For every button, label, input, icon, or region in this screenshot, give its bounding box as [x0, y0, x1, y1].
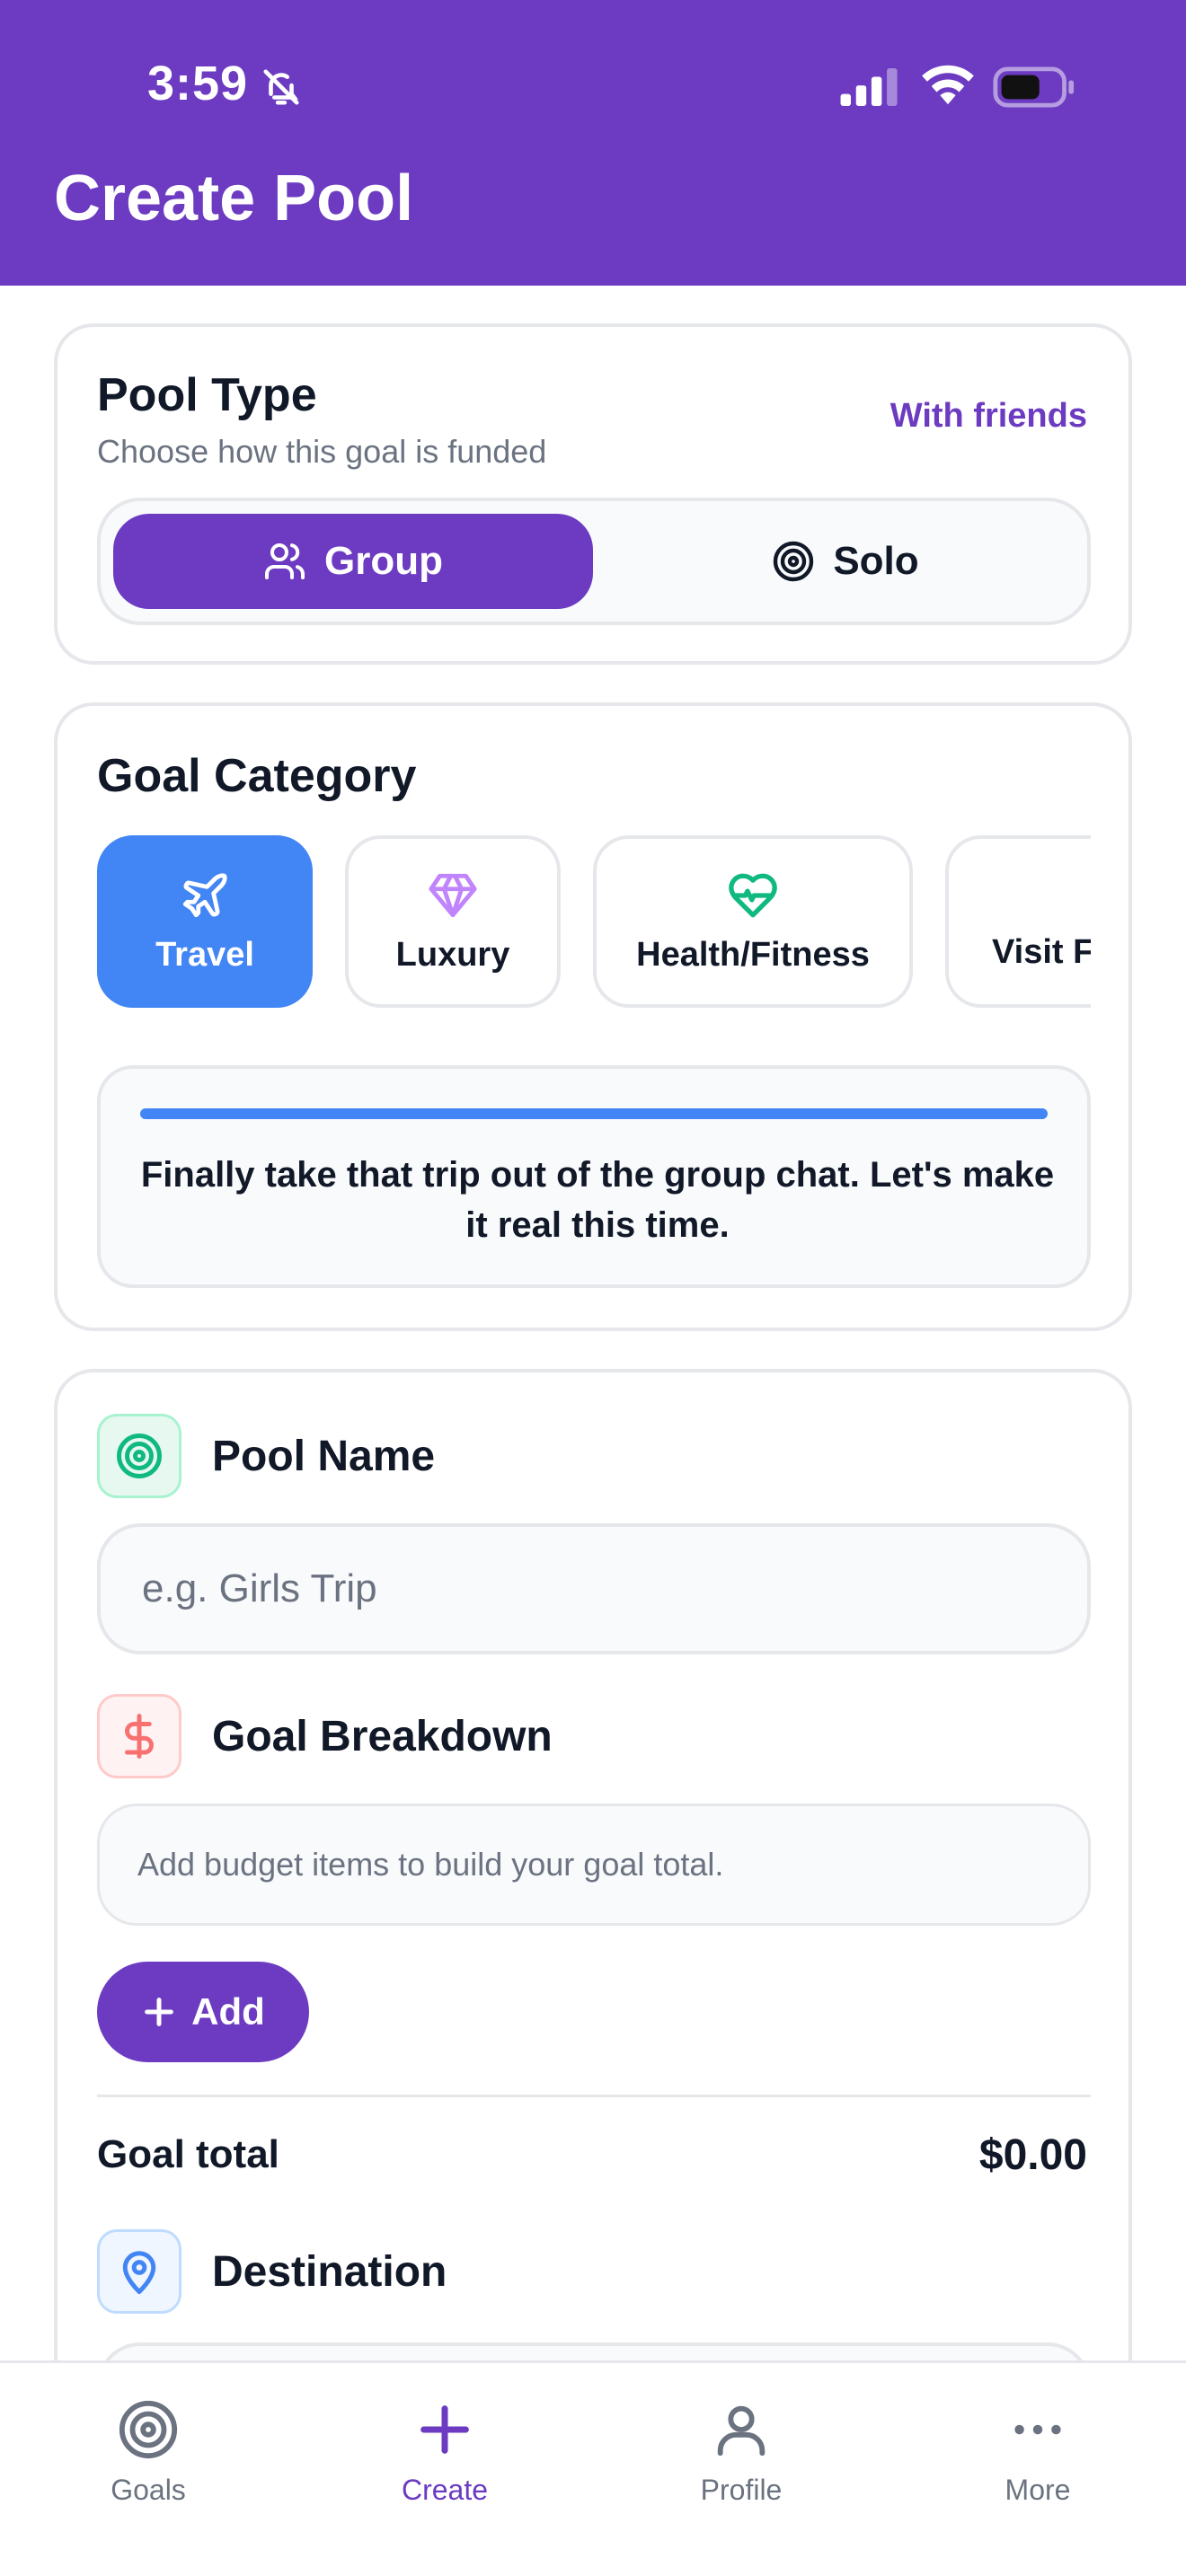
tab-more[interactable]: More — [890, 2363, 1186, 2507]
destination-label: Destination — [212, 2248, 447, 2296]
solo-option-button[interactable]: Solo — [606, 514, 1085, 609]
category-description: Finally take that trip out of the group … — [140, 1155, 1055, 1245]
goal-breakdown-icon-badge — [97, 1694, 181, 1778]
tab-profile[interactable]: Profile — [593, 2363, 890, 2507]
target-icon — [119, 2400, 178, 2459]
category-label: Travel — [155, 935, 254, 974]
tab-label: Profile — [700, 2474, 783, 2506]
add-budget-item-button[interactable]: Add — [97, 1962, 309, 2062]
plus-icon — [145, 1998, 174, 2026]
bottom-tab-bar: Goals Create Profile More — [0, 2360, 1186, 2576]
tab-label: Create — [401, 2474, 489, 2506]
category-label: Visit F — [992, 933, 1091, 971]
cellular-signal-icon — [840, 68, 898, 106]
pool-mode-label: With friends — [890, 397, 1087, 435]
users-icon — [265, 543, 305, 579]
battery-icon — [993, 66, 1075, 108]
airplane-icon — [182, 872, 227, 917]
category-scroller[interactable]: Travel Luxury Health/Fitness Visit F — [97, 835, 1091, 1011]
pool-type-toggle: Group Solo — [97, 498, 1091, 625]
solo-option-label: Solo — [833, 539, 919, 583]
breakdown-empty-state: Add budget items to build your goal tota… — [97, 1804, 1091, 1926]
pool-name-icon-badge — [97, 1414, 181, 1498]
category-chip-travel[interactable]: Travel — [97, 835, 313, 1008]
pool-type-card: Pool Type Choose how this goal is funded… — [54, 323, 1132, 665]
status-time: 3:59 — [147, 57, 249, 110]
category-chip-visit[interactable]: Visit F — [945, 835, 1091, 1008]
group-option-label: Group — [324, 539, 443, 583]
tab-label: Goals — [111, 2474, 186, 2506]
dollar-icon — [125, 1714, 154, 1759]
category-chip-health-fitness[interactable]: Health/Fitness — [593, 835, 913, 1008]
goal-category-card: Goal Category Travel Luxury Health/Fitne… — [54, 702, 1132, 1331]
pool-type-subtitle: Choose how this goal is funded — [97, 433, 547, 470]
plus-icon — [420, 2405, 469, 2454]
heart-pulse-icon — [729, 873, 777, 917]
goal-total-label: Goal total — [97, 2132, 279, 2176]
more-icon — [1014, 2424, 1061, 2435]
category-description-box: Finally take that trip out of the group … — [97, 1065, 1091, 1288]
person-icon — [717, 2405, 766, 2457]
bell-muted-icon — [263, 69, 299, 105]
goal-breakdown-label: Goal Breakdown — [212, 1713, 553, 1760]
category-chip-luxury[interactable]: Luxury — [345, 835, 561, 1008]
pool-name-input[interactable] — [97, 1523, 1091, 1654]
add-button-label: Add — [191, 1990, 265, 2033]
diamond-icon — [429, 873, 477, 917]
page-title: Create Pool — [54, 163, 414, 234]
pool-details-card: Pool Name Goal Breakdown Add budget item… — [54, 1369, 1132, 2450]
goal-total-value: $0.00 — [978, 2131, 1087, 2179]
category-label: Luxury — [395, 935, 510, 974]
category-accent-bar — [140, 1108, 1048, 1119]
target-icon — [117, 1434, 162, 1478]
tab-label: More — [1005, 2474, 1071, 2506]
divider — [97, 2095, 1091, 2097]
goal-category-title: Goal Category — [97, 750, 417, 802]
wifi-icon — [922, 65, 974, 105]
group-option-button[interactable]: Group — [113, 514, 593, 609]
tab-create[interactable]: Create — [296, 2363, 593, 2507]
pool-name-label: Pool Name — [212, 1433, 436, 1480]
category-label: Health/Fitness — [636, 935, 870, 974]
target-icon — [774, 541, 814, 582]
pool-type-title: Pool Type — [97, 369, 317, 421]
map-pin-icon — [122, 2251, 156, 2294]
tab-goals[interactable]: Goals — [0, 2363, 296, 2507]
destination-icon-badge — [97, 2229, 181, 2314]
app-header: 3:59 Create Pool — [0, 0, 1186, 286]
